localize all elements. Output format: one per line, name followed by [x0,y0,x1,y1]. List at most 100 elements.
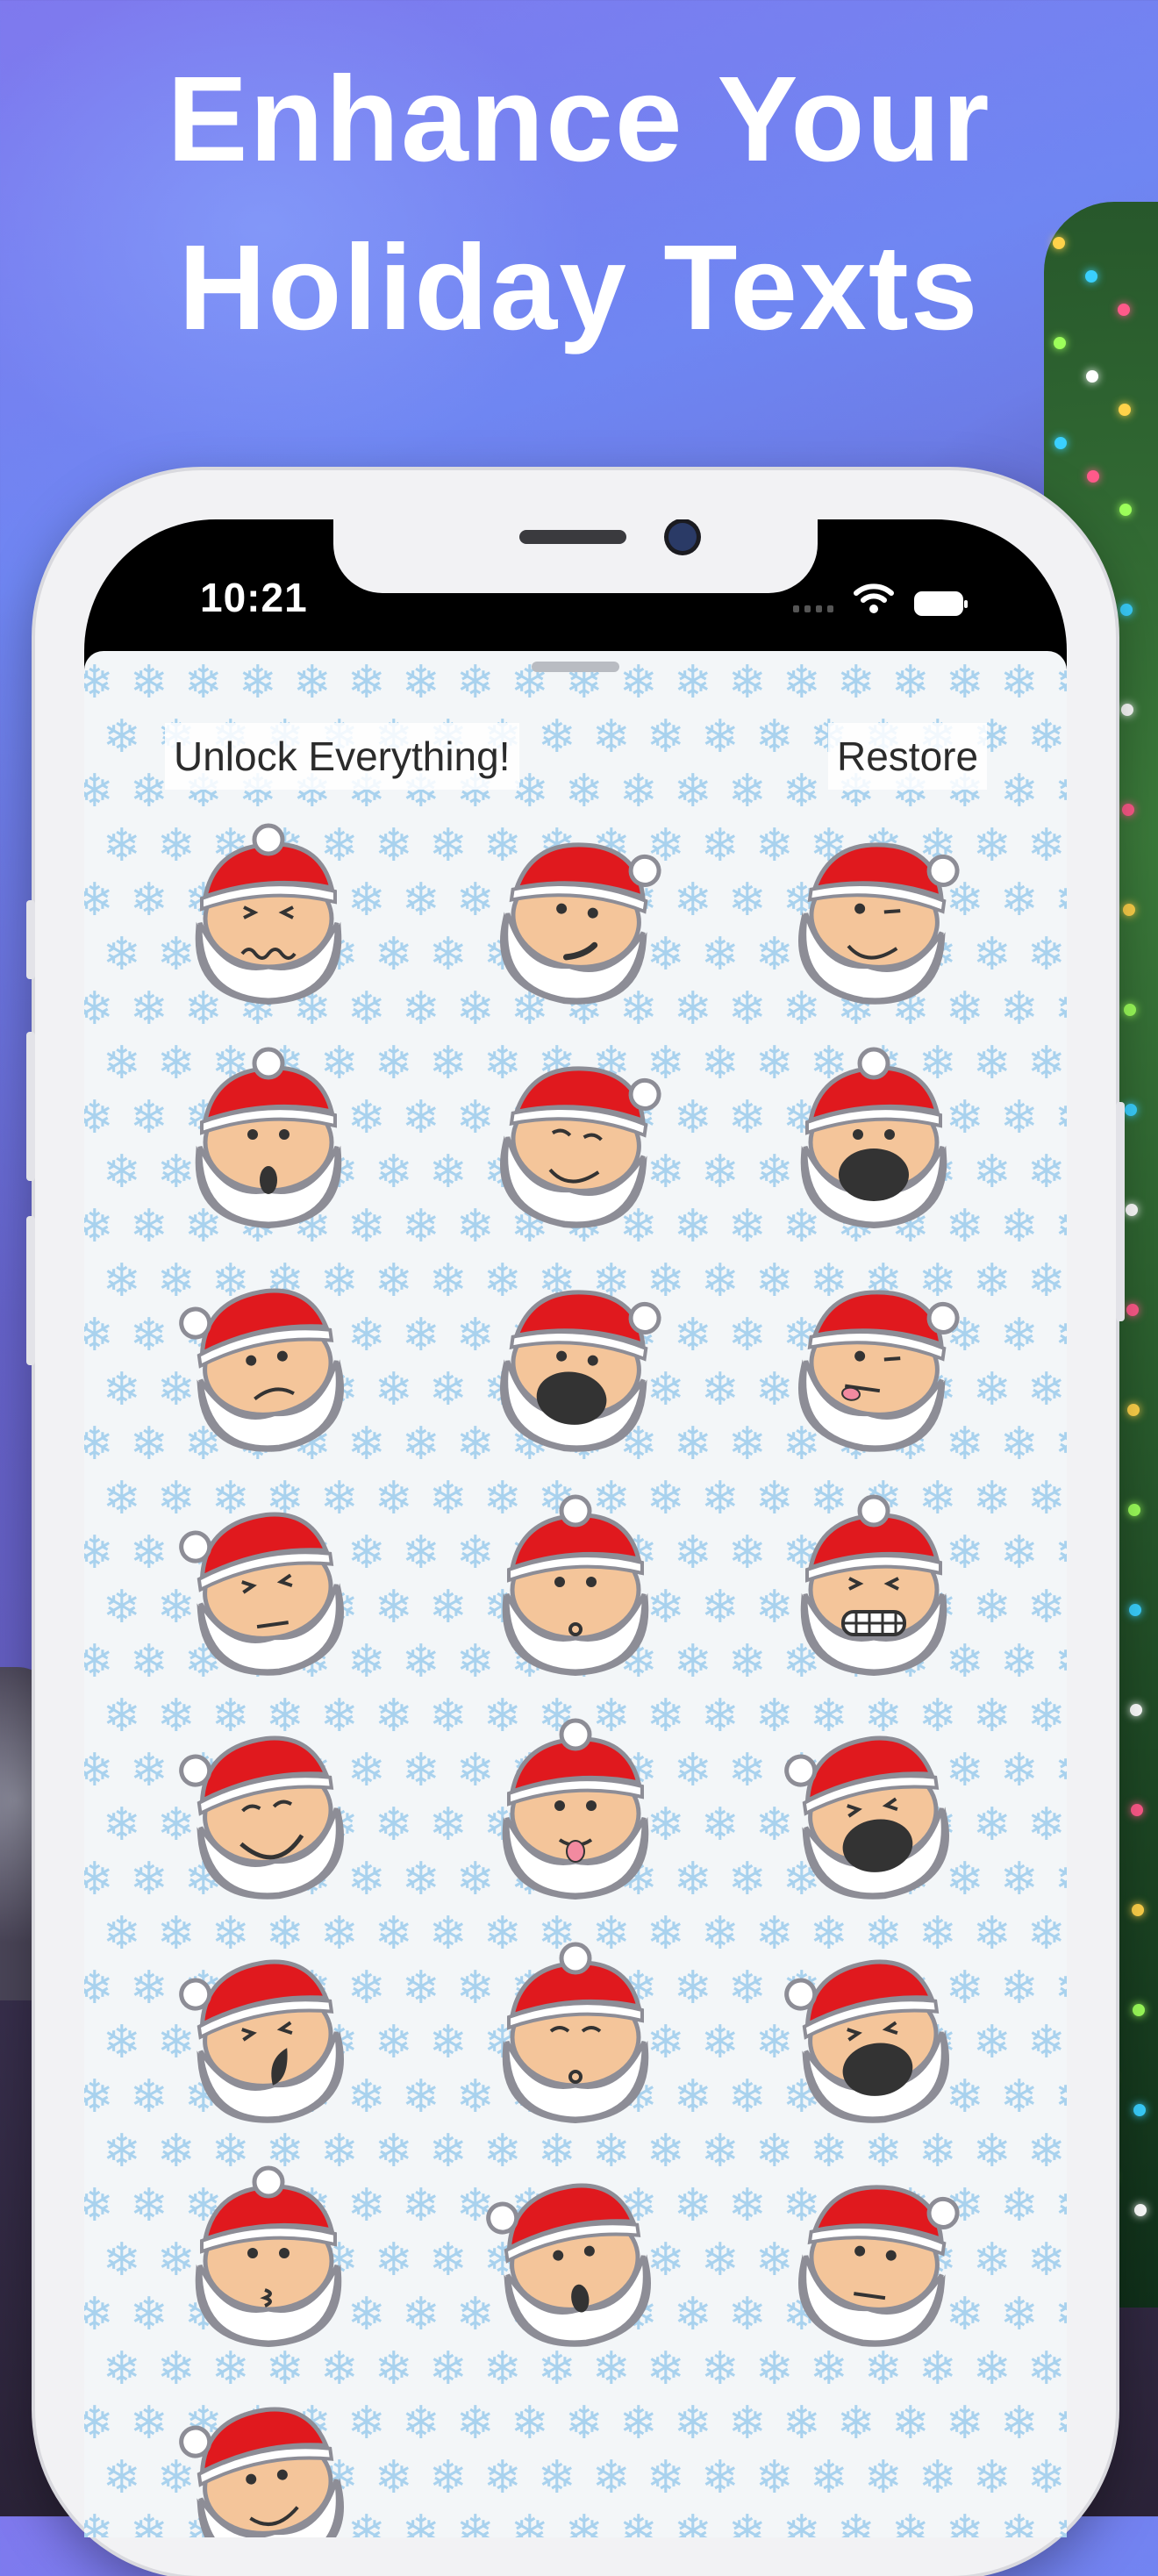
santa-tongue-sticker[interactable] [488,1718,663,1906]
snowflake-icon: ❄ [375,2452,413,2503]
tree-light [1127,1404,1140,1416]
snowflake-icon: ❄ [728,1636,767,1687]
sheet-grabber[interactable] [532,662,619,672]
santa-sleepy-sticker[interactable] [488,1942,663,2129]
snowflake-icon: ❄ [1027,2452,1066,2503]
snowflake-icon: ❄ [402,1636,440,1687]
santa-smirk-sticker[interactable] [488,826,663,1011]
unlock-everything-button[interactable]: Unlock Everything! [165,723,519,790]
snowflake-icon: ❄ [1000,1092,1039,1143]
snowflake-icon: ❄ [103,2126,141,2177]
snowflake-icon: ❄ [728,1310,767,1361]
santa-partial-sticker[interactable] [179,2393,356,2537]
snowflake-icon: ❄ [130,1854,168,1905]
snowflake-icon: ❄ [84,2289,114,2340]
snowflake-icon: ❄ [1000,875,1039,926]
snowflake-icon: ❄ [103,1582,141,1633]
snowflake-icon: ❄ [674,984,712,1034]
santa-silly-sticker[interactable] [786,1274,961,1458]
snowflake-icon: ❄ [728,1854,767,1905]
santa-yell-sticker[interactable] [488,1274,663,1458]
wifi-icon [854,583,894,613]
santa-kiss-sticker[interactable] [181,2165,356,2353]
santa-grimace-sticker[interactable] [181,823,356,1011]
snowflake-icon: ❄ [103,1800,141,1850]
santa-face-icon [784,1735,950,1900]
snowflake-icon: ❄ [565,766,604,817]
snowflake-icon: ❄ [674,2072,712,2122]
snowflake-icon: ❄ [402,2180,440,2231]
santa-cry-sticker[interactable] [179,1945,356,2129]
snowflake-icon: ❄ [483,2452,522,2503]
notch [333,519,818,593]
santa-face-icon [179,1288,345,1452]
santa-annoyed-sticker[interactable] [179,1498,356,1682]
snowflake-icon: ❄ [239,657,277,708]
snowflake-icon: ❄ [647,712,685,762]
santa-roar-sticker[interactable] [784,1945,961,2129]
cellular-signal-icon [793,605,833,612]
snowflake-icon: ❄ [511,2398,549,2449]
santa-lol-sticker[interactable] [784,1721,961,1906]
snowflake-icon: ❄ [1054,2401,1067,2446]
snowflake-icon: ❄ [1000,2180,1039,2231]
santa-face-icon [800,1494,947,1677]
snowflake-icon: ❄ [701,1473,740,1524]
santa-whistle-sticker[interactable] [488,1494,663,1682]
santa-face-icon [499,842,661,1005]
santa-surprised-sticker[interactable] [181,1047,356,1234]
santa-face-icon [797,2185,960,2347]
santa-face-icon [800,1047,947,1229]
santa-gritted-teeth-sticker[interactable] [786,1494,961,1682]
snowflake-icon: ❄ [919,2126,957,2177]
snowflake-icon: ❄ [429,1473,468,1524]
restore-button[interactable]: Restore [828,723,988,790]
tree-light [1123,904,1135,916]
snowflake-icon: ❄ [674,766,712,817]
santa-neutral-sticker[interactable] [786,2169,961,2353]
santa-shouting-sticker[interactable] [786,1047,961,1234]
snowflake-icon: ❄ [429,1582,468,1633]
snowflake-icon: ❄ [402,1854,440,1905]
snowflake-icon: ❄ [701,1908,740,1959]
snowflake-icon: ❄ [103,1147,141,1198]
snowflake-icon: ❄ [103,1691,141,1742]
snowflake-icon: ❄ [946,2507,984,2537]
snowflake-icon: ❄ [103,1364,141,1415]
tree-light [1054,437,1067,449]
snowflake-icon: ❄ [674,2289,712,2340]
snowflake-icon: ❄ [728,766,767,817]
snowflake-icon: ❄ [402,1419,440,1470]
snowflake-icon: ❄ [130,1092,168,1143]
snowflake-icon: ❄ [674,1636,712,1687]
snowflake-icon: ❄ [429,1364,468,1415]
snowflake-icon: ❄ [1000,1745,1039,1796]
snowflake-icon: ❄ [701,1800,740,1850]
snowflake-icon: ❄ [84,1745,114,1796]
santa-frown-sticker[interactable] [179,1274,356,1458]
santa-face-icon [179,1959,345,2123]
phone-power-button [1116,1102,1125,1321]
headline: Enhance Your Holiday Texts [0,35,1158,372]
snowflake-icon: ❄ [84,2398,114,2449]
snowflake-icon: ❄ [402,1310,440,1361]
santa-face-icon [195,1047,342,1229]
santa-shock-sticker[interactable] [486,2169,663,2353]
snowflake-icon: ❄ [130,2398,168,2449]
snowflake-icon: ❄ [973,1800,1011,1850]
snowflake-icon: ❄ [755,2452,794,2503]
santa-laugh-sticker[interactable] [179,1721,356,1906]
snowflake-icon: ❄ [375,1473,413,1524]
santa-smug-sticker[interactable] [488,1050,663,1234]
tree-light [1124,1004,1136,1016]
snowflake-icon: ❄ [429,2235,468,2286]
snowflake-icon: ❄ [429,1800,468,1850]
santa-wink-sticker[interactable] [786,826,961,1011]
santa-face-icon [784,1959,950,2123]
headline-line-1: Enhance Your [167,52,991,187]
snowflake-icon: ❄ [1027,1691,1066,1742]
santa-face-icon [179,1735,345,1900]
snowflake-icon: ❄ [130,657,168,708]
snowflake-icon: ❄ [565,2398,604,2449]
snowflake-icon: ❄ [565,2507,604,2537]
